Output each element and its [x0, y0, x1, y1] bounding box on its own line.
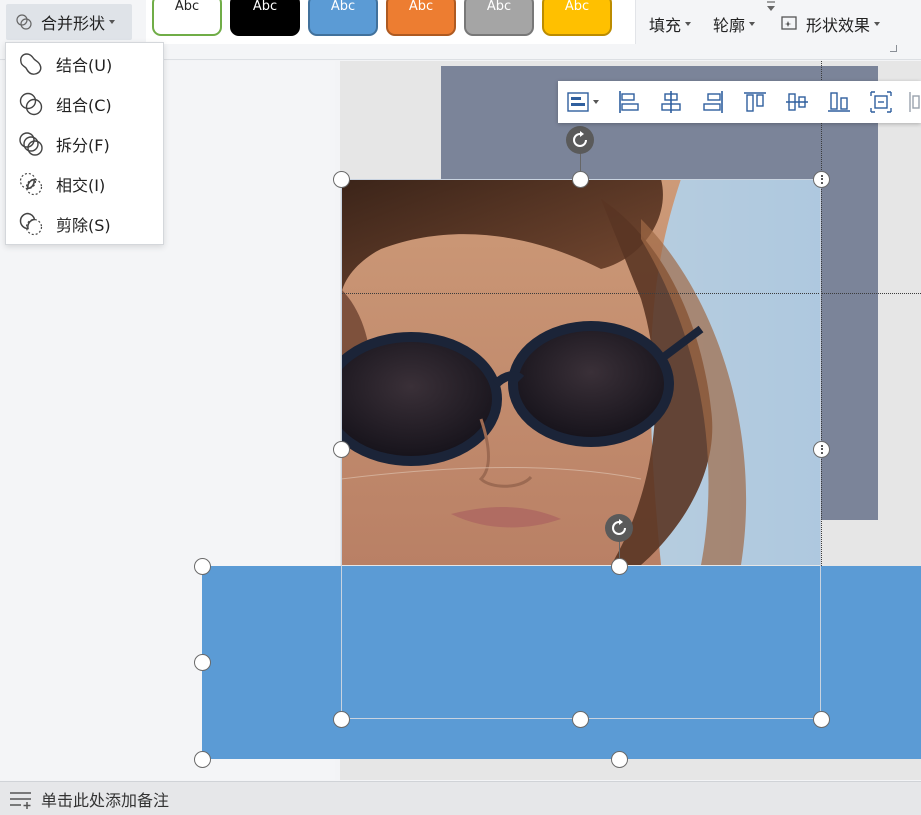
menu-item-label: 相交(I) [56, 176, 106, 195]
style-tile-label: Abc [252, 0, 278, 14]
notes-bar[interactable]: 单击此处添加备注 [0, 781, 921, 815]
menu-item-label: 剪除(S) [56, 216, 111, 235]
style-tile-label: Abc [486, 0, 512, 14]
fragment-icon [19, 132, 43, 156]
resize-handle[interactable] [194, 654, 211, 671]
style-tile-label: Abc [408, 0, 434, 14]
style-tile-6[interactable]: Abc [542, 0, 612, 36]
smart-align-icon[interactable] [566, 90, 602, 114]
merge-shapes-button[interactable]: 合并形状 [6, 4, 132, 40]
selection-frame [341, 179, 821, 719]
resize-handle[interactable] [333, 441, 350, 458]
chevron-down-icon [685, 22, 692, 26]
style-tile-2[interactable]: Abc [230, 0, 300, 36]
smart-guide-vertical [821, 61, 822, 566]
style-tile-1[interactable]: Abc [152, 0, 222, 36]
subtract-icon [19, 212, 43, 236]
resize-handle[interactable] [813, 171, 830, 188]
menu-item-intersect[interactable]: 相交(I) [6, 164, 163, 204]
notes-placeholder: 单击此处添加备注 [41, 790, 170, 810]
outline-dropdown[interactable]: 轮廓 [713, 12, 756, 36]
resize-handle[interactable] [333, 171, 350, 188]
menu-item-union[interactable]: 结合(U) [6, 44, 163, 84]
shape-effects-label: 形状效果 [806, 16, 871, 35]
fill-label: 填充 [649, 16, 682, 35]
resize-handle[interactable] [194, 751, 211, 768]
chevron-down-icon [749, 22, 756, 26]
style-tile-label: Abc [330, 0, 356, 14]
resize-handle[interactable] [611, 751, 628, 768]
align-center-icon[interactable] [659, 90, 683, 114]
align-left-icon[interactable] [617, 90, 641, 114]
menu-item-label: 拆分(F) [56, 136, 110, 155]
align-toolbar [558, 81, 921, 123]
style-tile-5[interactable]: Abc [464, 0, 534, 36]
gallery-expand-icon[interactable] [763, 0, 779, 16]
menu-item-label: 组合(C) [56, 96, 112, 115]
rotate-handle-icon[interactable] [605, 514, 633, 542]
align-right-icon[interactable] [701, 90, 725, 114]
distribute-vertical-icon[interactable] [907, 90, 921, 114]
outline-label: 轮廓 [713, 16, 746, 35]
resize-handle[interactable] [813, 441, 830, 458]
intersect-icon [19, 172, 43, 196]
fill-dropdown[interactable]: 填充 [649, 12, 692, 36]
menu-item-label: 结合(U) [56, 56, 113, 75]
shape-effects-dropdown[interactable]: 形状效果 [780, 12, 881, 36]
merge-shapes-label: 合并形状 [41, 14, 106, 33]
style-tile-label: Abc [564, 0, 590, 14]
align-middle-icon[interactable] [785, 90, 809, 114]
resize-handle[interactable] [813, 711, 830, 728]
menu-item-fragment[interactable]: 拆分(F) [6, 124, 163, 164]
chevron-down-icon [874, 22, 881, 26]
align-bottom-icon[interactable] [827, 90, 851, 114]
style-tile-label: Abc [174, 0, 200, 14]
merge-shapes-menu: 结合(U) 组合(C) 拆分(F) 相交(I) 剪除(S) [5, 42, 164, 245]
chevron-down-icon [109, 20, 116, 24]
menu-item-combine[interactable]: 组合(C) [6, 84, 163, 124]
resize-handle[interactable] [194, 558, 211, 575]
union-icon [20, 53, 42, 75]
add-notes-icon [10, 791, 31, 809]
resize-handle[interactable] [333, 711, 350, 728]
resize-handle[interactable] [572, 171, 589, 188]
merge-shapes-icon [16, 14, 32, 30]
style-tile-3[interactable]: Abc [308, 0, 378, 36]
resize-handle[interactable] [572, 711, 589, 728]
rotate-handle-icon[interactable] [566, 126, 594, 154]
shape-effects-icon [781, 16, 797, 30]
combine-icon [19, 92, 43, 116]
align-top-icon[interactable] [743, 90, 767, 114]
style-tile-4[interactable]: Abc [386, 0, 456, 36]
shape-style-gallery: Abc Abc Abc Abc Abc Abc [146, 0, 775, 44]
dialog-launcher-icon[interactable] [890, 45, 897, 52]
distribute-horizontal-icon[interactable] [869, 90, 893, 114]
resize-handle[interactable] [611, 558, 628, 575]
menu-item-subtract[interactable]: 剪除(S) [6, 204, 163, 244]
